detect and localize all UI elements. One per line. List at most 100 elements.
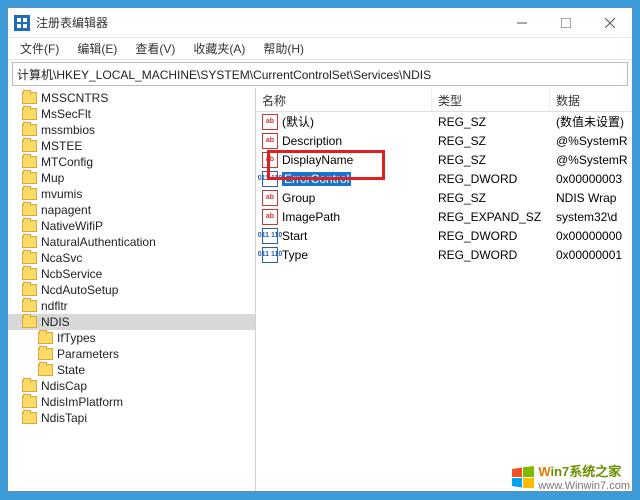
menu-favorites[interactable]: 收藏夹(A) <box>185 38 253 59</box>
value-name: Start <box>282 229 307 243</box>
watermark: Win7系统之家 www.Winwin7.com <box>512 461 630 492</box>
value-row[interactable]: abDisplayNameREG_SZ@%SystemR <box>256 150 632 169</box>
tree-item[interactable]: MsSecFlt <box>8 106 255 122</box>
column-type[interactable]: 类型 <box>432 88 550 111</box>
address-text: 计算机\HKEY_LOCAL_MACHINE\SYSTEM\CurrentCon… <box>17 66 623 83</box>
tree-item[interactable]: NcaSvc <box>8 250 255 266</box>
value-data: @%SystemR <box>550 153 632 167</box>
watermark-text: Win7系统之家 www.Winwin7.com <box>538 461 630 492</box>
column-data[interactable]: 数据 <box>550 88 632 111</box>
value-row[interactable]: abGroupREG_SZNDIS Wrap <box>256 188 632 207</box>
tree-label: NativeWifiP <box>41 219 103 233</box>
close-button[interactable] <box>588 8 632 37</box>
tree-label: MSTEE <box>41 139 82 153</box>
folder-icon <box>38 364 53 376</box>
tree-item[interactable]: State <box>8 362 255 378</box>
value-type: REG_DWORD <box>432 172 550 186</box>
value-row[interactable]: abImagePathREG_EXPAND_SZsystem32\d <box>256 207 632 226</box>
tree-label: ndfltr <box>41 299 68 313</box>
folder-icon <box>22 284 37 296</box>
folder-icon <box>22 268 37 280</box>
tree-label: NdisCap <box>41 379 87 393</box>
folder-icon <box>22 140 37 152</box>
folder-icon <box>22 220 37 232</box>
minimize-button[interactable] <box>500 8 544 37</box>
list-body[interactable]: ab(默认)REG_SZ(数值未设置)abDescriptionREG_SZ@%… <box>256 112 632 491</box>
tree-item[interactable]: mvumis <box>8 186 255 202</box>
tree-item[interactable]: Parameters <box>8 346 255 362</box>
folder-icon <box>22 316 37 328</box>
tree-item[interactable]: ndfltr <box>8 298 255 314</box>
tree-label: mvumis <box>41 187 82 201</box>
tree-item[interactable]: MTConfig <box>8 154 255 170</box>
tree-item[interactable]: NcdAutoSetup <box>8 282 255 298</box>
titlebar[interactable]: 注册表编辑器 <box>8 8 632 38</box>
value-data: system32\d <box>550 210 632 224</box>
windows-logo-icon <box>512 466 534 488</box>
window-controls <box>500 8 632 37</box>
tree-label: Mup <box>41 171 64 185</box>
folder-icon <box>22 380 37 392</box>
tree-item[interactable]: NativeWifiP <box>8 218 255 234</box>
folder-icon <box>38 348 53 360</box>
registry-editor-window: 注册表编辑器 文件(F) 编辑(E) 查看(V) 收藏夹(A) 帮助(H) 计算… <box>7 7 633 492</box>
value-row[interactable]: 011 110TypeREG_DWORD0x00000001 <box>256 245 632 264</box>
tree-item[interactable]: NdisCap <box>8 378 255 394</box>
folder-icon <box>22 412 37 424</box>
tree-panel[interactable]: MSSCNTRSMsSecFlt mssmbios MSTEEMTConfigMup… <box>8 88 256 491</box>
address-bar[interactable]: 计算机\HKEY_LOCAL_MACHINE\SYSTEM\CurrentCon… <box>12 62 628 86</box>
string-value-icon: ab <box>262 133 278 149</box>
value-data: NDIS Wrap <box>550 191 632 205</box>
maximize-button[interactable] <box>544 8 588 37</box>
string-value-icon: ab <box>262 152 278 168</box>
app-icon <box>14 15 30 31</box>
tree-item[interactable]: MSTEE <box>8 138 255 154</box>
tree-label: NDIS <box>41 315 70 329</box>
tree-label: State <box>57 363 85 377</box>
folder-icon <box>22 92 37 104</box>
menu-view[interactable]: 查看(V) <box>127 38 183 59</box>
menu-help[interactable]: 帮助(H) <box>255 38 312 59</box>
value-name: (默认) <box>282 113 314 130</box>
list-header: 名称 类型 数据 <box>256 88 632 112</box>
tree-label: Parameters <box>57 347 119 361</box>
menu-file[interactable]: 文件(F) <box>12 38 67 59</box>
string-value-icon: ab <box>262 114 278 130</box>
value-name: Type <box>282 248 308 262</box>
string-value-icon: ab <box>262 190 278 206</box>
value-data: @%SystemR <box>550 134 632 148</box>
tree-item[interactable]: Mup <box>8 170 255 186</box>
value-row[interactable]: abDescriptionREG_SZ@%SystemR <box>256 131 632 150</box>
binary-value-icon: 011 110 <box>262 247 278 263</box>
tree-item[interactable]: IfTypes <box>8 330 255 346</box>
tree-label: NcaSvc <box>41 251 82 265</box>
value-type: REG_EXPAND_SZ <box>432 210 550 224</box>
tree-label: MsSecFlt <box>41 107 91 121</box>
folder-icon <box>22 156 37 168</box>
menu-edit[interactable]: 编辑(E) <box>69 38 125 59</box>
tree-item[interactable]: NdisTapi <box>8 410 255 426</box>
value-type: REG_SZ <box>432 134 550 148</box>
value-type: REG_SZ <box>432 153 550 167</box>
folder-icon <box>22 124 37 136</box>
tree-item[interactable]: NcbService <box>8 266 255 282</box>
column-name[interactable]: 名称 <box>256 88 432 111</box>
tree-label: NcdAutoSetup <box>41 283 118 297</box>
tree-item[interactable]: napagent <box>8 202 255 218</box>
tree-label: NdisImPlatform <box>41 395 123 409</box>
tree-label: mssmbios <box>41 123 95 137</box>
window-title: 注册表编辑器 <box>36 14 500 31</box>
tree-item[interactable]: MSSCNTRS <box>8 90 255 106</box>
tree-item[interactable]: NaturalAuthentication <box>8 234 255 250</box>
value-name: Group <box>282 191 315 205</box>
tree-label: IfTypes <box>57 331 96 345</box>
binary-value-icon: 011 110 <box>262 171 278 187</box>
tree-item[interactable]: mssmbios <box>8 122 255 138</box>
value-row[interactable]: 011 110ErrorControlREG_DWORD0x00000003 <box>256 169 632 188</box>
value-row[interactable]: ab(默认)REG_SZ(数值未设置) <box>256 112 632 131</box>
tree-label: NaturalAuthentication <box>41 235 156 249</box>
tree-item[interactable]: NdisImPlatform <box>8 394 255 410</box>
value-row[interactable]: 011 110StartREG_DWORD0x00000000 <box>256 226 632 245</box>
string-value-icon: ab <box>262 209 278 225</box>
tree-item[interactable]: NDIS <box>8 314 255 330</box>
